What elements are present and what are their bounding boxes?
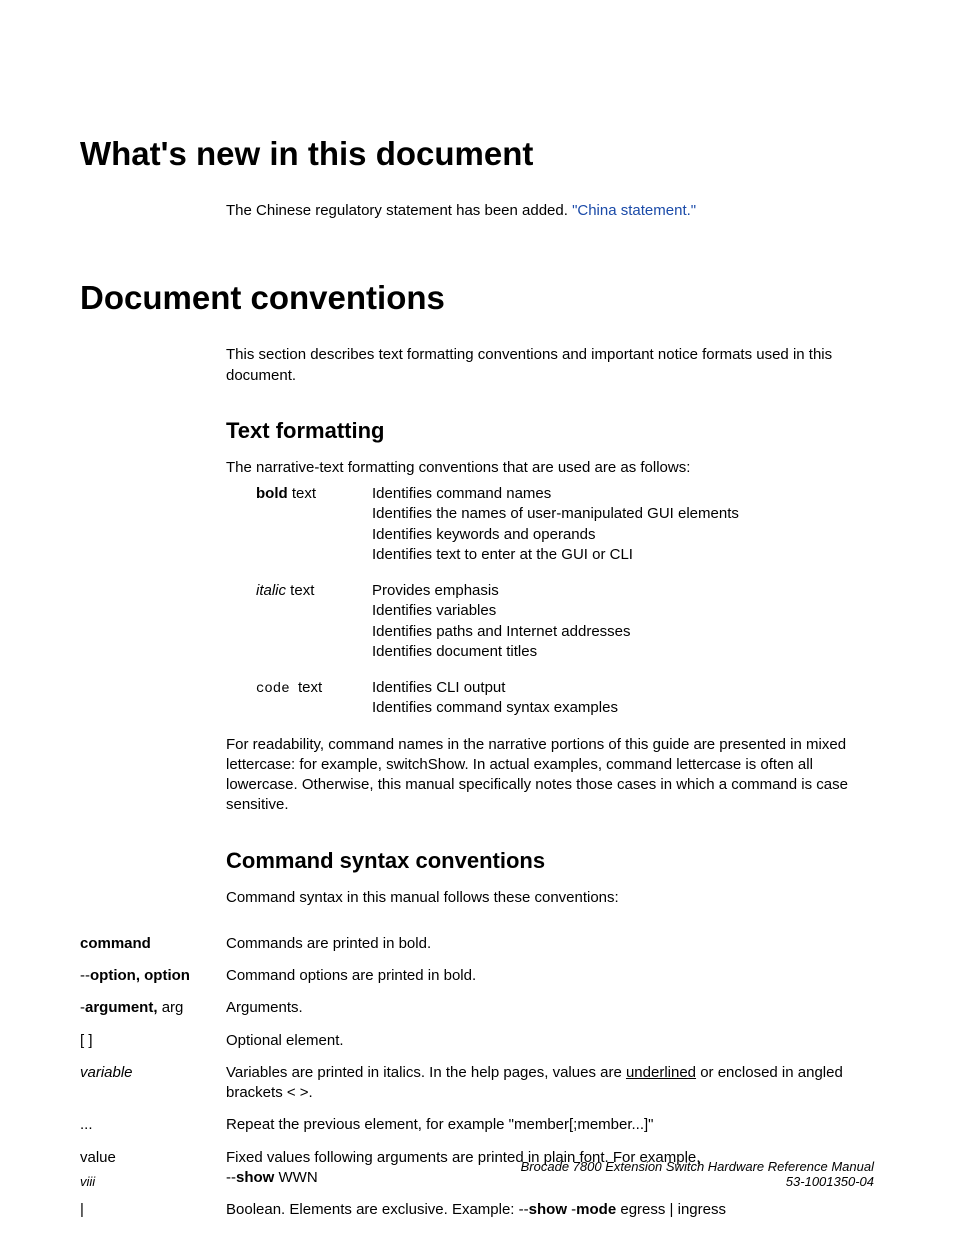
tf-line: Identifies keywords and operands [372,526,595,543]
heading-document-conventions: Document conventions [80,279,874,317]
footer-docnum: 53-1001350-04 [521,1174,874,1189]
tail: egress | ingress [616,1201,726,1218]
syn-label-brackets: [ ] [80,1031,226,1063]
label-tail: arg [162,999,184,1016]
tf-line: Identifies CLI output [372,679,505,696]
syn-label-command: command [80,934,226,966]
footer-page-number: viii [80,1174,95,1189]
label: argument, [85,999,162,1016]
tf-line: Identifies document titles [372,643,537,660]
command-syntax-intro: Command syntax in this manual follows th… [226,888,874,908]
table-row: variable Variables are printed in italic… [80,1063,874,1116]
whats-new-text: The Chinese regulatory statement has bee… [226,202,572,219]
table-row: [ ] Optional element. [80,1031,874,1063]
label: command [80,935,151,952]
tf-line: Identifies the names of user-manipulated… [372,505,739,522]
syn-desc-pipe: Boolean. Elements are exclusive. Example… [226,1200,874,1232]
bold-label: bold [256,485,288,502]
code-label-rest: text [298,679,322,696]
document-page: What's new in this document The Chinese … [0,0,954,1235]
code-label: code [256,681,298,697]
tf-label-italic: italic text [256,581,372,678]
table-row: italic text Provides emphasis Identifies… [256,581,739,678]
table-row: ... Repeat the previous element, for exa… [80,1115,874,1147]
heading-command-syntax: Command syntax conventions [226,848,874,874]
table-row: bold text Identifies command names Ident… [256,484,739,581]
tf-desc-italic: Provides emphasis Identifies variables I… [372,581,739,678]
footer-title: Brocade 7800 Extension Switch Hardware R… [521,1159,874,1174]
desc-pre: Variables are printed in italics. In the… [226,1064,626,1081]
syn-desc-argument: Arguments. [226,998,874,1030]
b1: show [529,1201,572,1218]
table-row: code text Identifies CLI output Identifi… [256,678,739,735]
syn-desc-ellipsis: Repeat the previous element, for example… [226,1115,874,1147]
tf-line: Identifies text to enter at the GUI or C… [372,546,633,563]
syn-desc-brackets: Optional element. [226,1031,874,1063]
syn-label-variable: variable [80,1063,226,1116]
table-row: -argument, arg Arguments. [80,998,874,1030]
syn-label-pipe: | [80,1200,226,1232]
text-formatting-after-paragraph: For readability, command names in the na… [226,735,874,816]
heading-text-formatting: Text formatting [226,418,874,444]
tf-desc-bold: Identifies command names Identifies the … [372,484,739,581]
page-footer: viii Brocade 7800 Extension Switch Hardw… [80,1159,874,1189]
syn-label-option: --option, option [80,966,226,998]
table-row: command Commands are printed in bold. [80,934,874,966]
tf-line: Identifies paths and Internet addresses [372,623,631,640]
table-row: | Boolean. Elements are exclusive. Examp… [80,1200,874,1232]
tf-label-bold: bold text [256,484,372,581]
p1: -- [519,1201,529,1218]
syn-label-argument: -argument, arg [80,998,226,1030]
tf-line: Identifies command names [372,485,551,502]
text-formatting-intro: The narrative-text formatting convention… [226,458,874,478]
label: variable [80,1064,133,1081]
heading-whats-new: What's new in this document [80,135,874,173]
desc-pre: Boolean. Elements are exclusive. Example… [226,1201,519,1218]
tf-line: Provides emphasis [372,582,499,599]
tf-line: Identifies command syntax examples [372,699,618,716]
whats-new-paragraph: The Chinese regulatory statement has bee… [226,201,874,221]
doc-conventions-paragraph: This section describes text formatting c… [226,345,874,386]
b2: mode [576,1201,616,1218]
italic-label-rest: text [286,582,314,599]
table-row: --option, option Command options are pri… [80,966,874,998]
tf-label-code: code text [256,678,372,735]
syn-desc-command: Commands are printed in bold. [226,934,874,966]
whats-new-body: The Chinese regulatory statement has bee… [226,201,874,221]
syn-desc-variable: Variables are printed in italics. In the… [226,1063,874,1116]
label-prefix: -- [80,967,90,984]
tf-desc-code: Identifies CLI output Identifies command… [372,678,739,735]
italic-label: italic [256,582,286,599]
syn-label-ellipsis: ... [80,1115,226,1147]
desc-underlined: underlined [626,1064,696,1081]
label: option, option [90,967,190,984]
tf-line: Identifies variables [372,602,496,619]
china-statement-link[interactable]: "China statement." [572,202,696,219]
syn-desc-option: Command options are printed in bold. [226,966,874,998]
bold-label-rest: text [288,485,316,502]
doc-conventions-body: This section describes text formatting c… [226,345,874,908]
footer-right: Brocade 7800 Extension Switch Hardware R… [521,1159,874,1189]
text-formatting-table: bold text Identifies command names Ident… [256,484,739,735]
